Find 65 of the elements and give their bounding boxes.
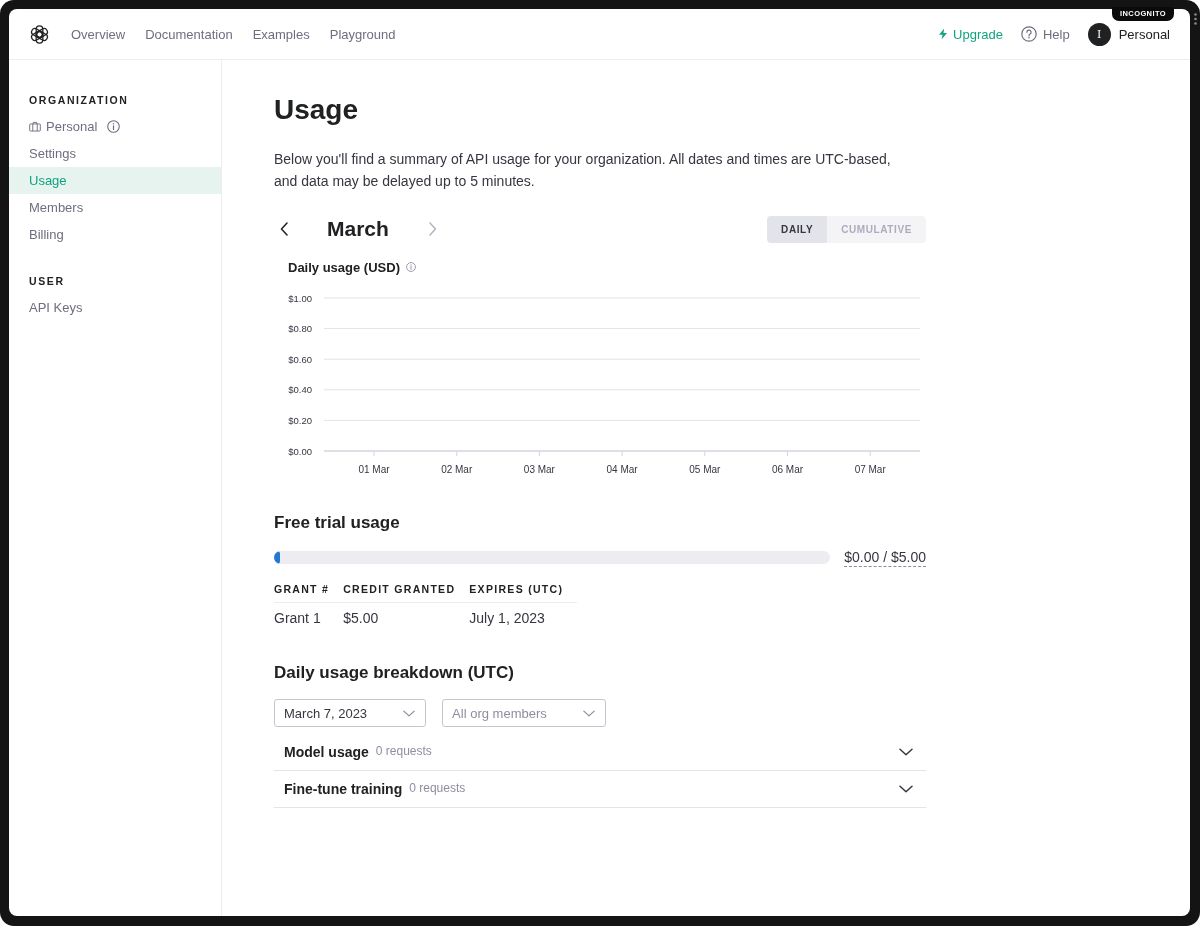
y-axis-label: $0.80 <box>288 323 312 335</box>
table-cell: July 1, 2023 <box>469 602 578 633</box>
x-axis-label: 06 Mar <box>771 464 804 475</box>
briefcase-icon <box>29 121 41 132</box>
usage-reading: $0.00 / $5.00 <box>844 547 926 567</box>
column-header: CREDIT GRANTED <box>343 581 470 603</box>
avatar: I <box>1087 22 1111 46</box>
x-axis-label: 02 Mar <box>441 464 473 475</box>
sidebar-item[interactable]: Usage <box>9 167 221 194</box>
request-count: 0 requests <box>409 781 466 797</box>
sidebar-item[interactable]: Members <box>9 194 221 221</box>
chevron-down-icon <box>899 748 913 756</box>
filter-dropdown[interactable]: All org members <box>442 699 606 727</box>
accordion-title: Model usage <box>284 744 369 760</box>
x-axis-label: 05 Mar <box>689 464 721 475</box>
y-axis-label: $0.00 <box>288 445 312 457</box>
page-title: Usage <box>274 93 360 127</box>
upgrade-link[interactable]: Upgrade <box>939 26 1003 42</box>
chevron-down-icon <box>899 785 913 793</box>
help-icon <box>1020 26 1037 42</box>
chart-title: Daily usage (USD) <box>288 259 400 275</box>
chevron-left-icon <box>280 222 288 236</box>
request-count: 0 requests <box>375 744 432 760</box>
y-axis-label: $1.00 <box>288 292 312 304</box>
nav-link[interactable]: Playground <box>329 26 396 42</box>
section-heading: Daily usage breakdown (UTC) <box>274 662 515 684</box>
view-tab[interactable]: DAILY <box>767 215 828 243</box>
accordion-row[interactable]: Model usage 0 requests <box>274 734 926 771</box>
nav-link[interactable]: Overview <box>71 26 126 42</box>
info-icon <box>406 262 416 272</box>
info-icon <box>107 120 121 133</box>
y-axis-label: $0.60 <box>288 353 312 365</box>
chevron-right-icon <box>428 222 437 236</box>
x-axis-label: 04 Mar <box>606 464 638 475</box>
table-cell: $5.00 <box>343 602 470 633</box>
help-link[interactable]: Help <box>1020 26 1070 42</box>
x-axis-label: 07 Mar <box>854 464 886 475</box>
vertical-dots-icon <box>1194 13 1197 25</box>
column-header: GRANT # <box>274 581 344 603</box>
column-header: EXPIRES (UTC) <box>469 581 578 603</box>
sidebar-item[interactable]: Billing <box>9 221 221 248</box>
section-title: ORGANIZATION <box>28 93 130 107</box>
sidebar-item[interactable]: API Keys <box>9 294 221 321</box>
table-cell: Grant 1 <box>274 602 344 633</box>
page-description: Below you'll find a summary of API usage for your organization. All dates and times are UTC-based, and data may be delayed up to 5 minutes. <box>274 150 892 191</box>
accordion-title: Fine-tune training <box>284 781 403 797</box>
filter-dropdown[interactable]: March 7, 2023 <box>274 699 427 727</box>
y-axis-label: $0.40 <box>288 384 312 396</box>
organization-name: Personal <box>9 113 221 140</box>
nav-link[interactable]: Documentation <box>145 26 233 42</box>
x-axis-label: 03 Mar <box>523 464 555 475</box>
section-heading: Free trial usage <box>274 512 401 534</box>
x-axis-label: 01 Mar <box>358 464 390 475</box>
chevron-down-icon <box>403 709 416 717</box>
y-axis-label: $0.20 <box>288 414 312 426</box>
lightning-icon <box>939 28 948 40</box>
chevron-down-icon <box>582 709 595 717</box>
logo-icon <box>29 23 50 45</box>
account-button[interactable]: I Personal <box>1087 22 1170 46</box>
nav-link[interactable]: Examples <box>252 26 310 42</box>
sidebar-item[interactable]: Settings <box>9 140 221 167</box>
previous-month-button[interactable] <box>278 220 290 238</box>
section-title: USER <box>28 274 66 288</box>
accordion-row[interactable]: Fine-tune training 0 requests <box>274 771 926 808</box>
month-label: March <box>327 217 389 241</box>
